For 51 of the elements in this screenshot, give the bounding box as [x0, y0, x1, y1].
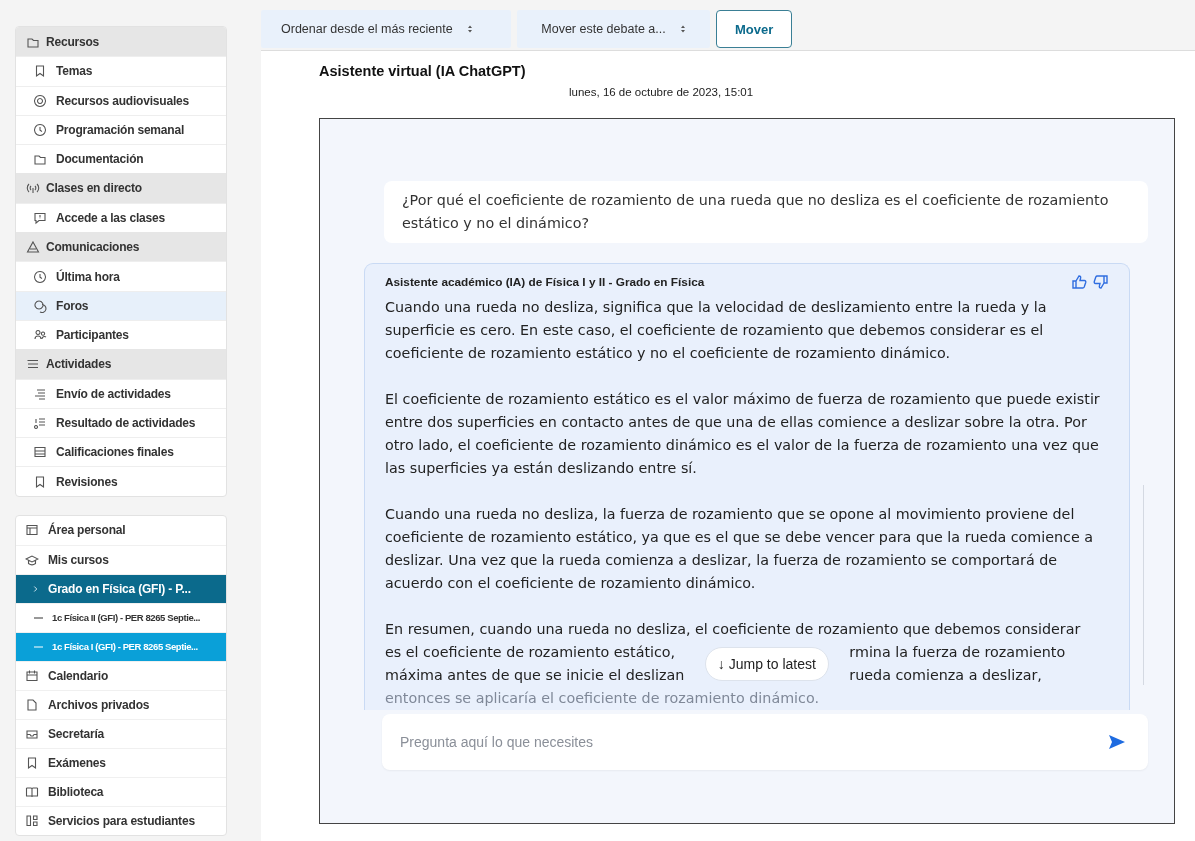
sidebar-item[interactable]: Programación semanal — [16, 114, 226, 145]
sidebar-item[interactable]: Envío de actividades — [16, 378, 226, 408]
section-icon — [26, 239, 40, 254]
sort-select[interactable]: Ordenar desde el más reciente — [261, 10, 511, 48]
post-date: lunes, 16 de octubre de 2023, 15:01 — [569, 86, 755, 98]
nav-item[interactable]: Grado en Física (GFI) - P... — [16, 573, 226, 603]
answer-title: Asistente académico (IA) de Física I y II - Grado en Física — [385, 275, 705, 289]
sidebar-item[interactable]: Recursos audiovisuales — [16, 85, 226, 115]
answer-paragraph: Cuando una rueda no desliza, significa que la velocidad de deslizamiento entre la rueda y la superficie es cero. En este caso, el coeficiente de rozamiento que debemos considerar es el coeficiente de rozamiento estático y no el coeficiente de rozamiento dinámico. — [385, 298, 1048, 363]
dash-icon — [34, 616, 43, 619]
answer-text: es el coeficiente de rozamiento estático, — [385, 643, 677, 662]
section-heading: Actividades — [46, 356, 112, 371]
sort-caret-icon — [466, 24, 473, 34]
nav-item[interactable]: 1c Física II (GFI) - PER 8265 Septie... — [16, 602, 226, 632]
nav-item[interactable]: Mis cursos — [16, 544, 226, 574]
answer-text: entonces se aplicaría el coeficiente de rozamiento dinámico. — [385, 689, 820, 708]
sidebar-item[interactable]: Temas — [16, 56, 226, 86]
nav-item[interactable]: Calendario — [16, 660, 226, 690]
question-text: ¿Por qué el coeficiente de rozamiento de una rueda que no desliza es el coeficiente de rozamiento estático y no el dinámico? — [402, 192, 1109, 231]
answer-text: rueda comienza a deslizar, — [849, 666, 1043, 685]
sidebar-item[interactable]: Calificaciones finales — [16, 437, 226, 467]
thumbs-down-icon[interactable] — [1093, 274, 1109, 290]
dash-icon — [34, 645, 43, 648]
sidebar-item[interactable]: Última hora — [16, 261, 226, 291]
answer-text: máxima antes de que se inicie el deslizan — [385, 666, 685, 685]
answer-paragraph: Cuando una rueda no desliza, la fuerza de rozamiento que se opone al movimiento proviene del coeficiente de rozamiento estático, ya que es el que se debe vencer para que la rueda comience a deslizar. Una vez que la rueda comienza a deslizar, la fuerza de rozamiento se comportará de acuerdo con el coeficiente de rozamiento dinámico. — [385, 505, 1095, 593]
move-select[interactable]: Mover este debate a... — [517, 10, 710, 48]
section-heading: Comunicaciones — [46, 239, 140, 254]
nav-item[interactable]: Exámenes — [16, 747, 226, 777]
section-icon — [26, 181, 40, 196]
sidebar-item[interactable]: Revisiones — [16, 466, 226, 496]
section-heading: Clases en directo — [46, 181, 142, 196]
answer-paragraph: El coeficiente de rozamiento estático es el valor máximo de fuerza de rozamiento que puede existir entre dos superficies en contacto antes de que una de ellas comience a deslizar sobre la otra. Por otro lado, el coeficiente de rozamiento dinámico es el valor de la fuerza de rozamiento una vez que las superficies ya están deslizando entre sí. — [385, 390, 1101, 478]
answer-text: En resumen, cuando una rueda no desliza, el coeficiente de rozamiento que debemos considerar — [385, 620, 1082, 639]
move-button[interactable]: Mover — [716, 10, 793, 48]
nav-item[interactable]: Servicios para estudiantes — [16, 805, 226, 835]
jump-to-latest-button[interactable]: ↓ Jump to latest — [704, 647, 829, 681]
nav-item[interactable]: Secretaría — [16, 718, 226, 748]
section-heading: Recursos — [46, 34, 100, 49]
sidebar-item[interactable]: Resultado de actividades — [16, 407, 226, 438]
sort-caret-icon — [679, 24, 686, 34]
nav-item[interactable]: Archivos privados — [16, 689, 226, 719]
sidebar-item[interactable]: Foros — [16, 290, 226, 320]
thumbs-up-icon[interactable] — [1071, 274, 1087, 290]
answer-text: rmina la fuerza de rozamiento — [849, 643, 1067, 662]
send-icon[interactable] — [1108, 734, 1126, 750]
post-author: Asistente virtual (IA ChatGPT) — [319, 63, 527, 79]
nav-item[interactable]: Área personal — [16, 515, 226, 545]
chevron-icon — [33, 584, 38, 593]
nav-item[interactable]: Biblioteca — [16, 776, 226, 806]
question-input[interactable]: Pregunta aquí lo que necesites — [382, 714, 1148, 770]
